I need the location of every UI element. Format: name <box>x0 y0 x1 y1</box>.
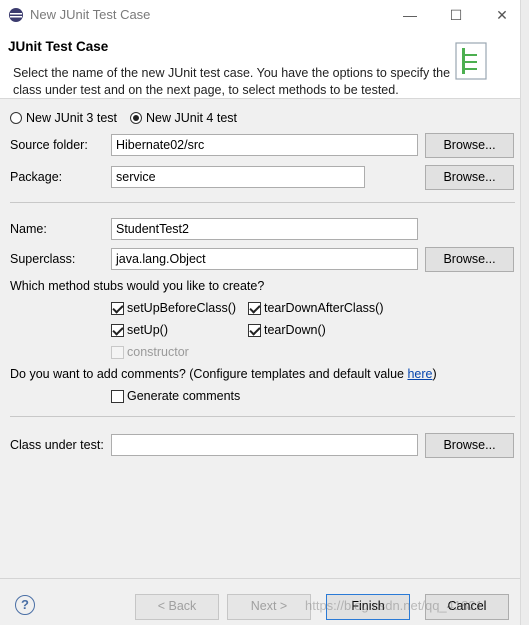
superclass-browse-button[interactable]: Browse... <box>425 247 514 272</box>
banner-title: JUnit Test Case <box>8 39 109 54</box>
banner-description: Select the name of the new JUnit test ca… <box>13 66 451 97</box>
comments-question: Do you want to add comments? (Configure … <box>10 367 437 381</box>
superclass-label: Superclass: <box>10 252 76 266</box>
separator <box>10 416 515 417</box>
window-title: New JUnit Test Case <box>30 7 151 22</box>
templates-link[interactable]: here <box>407 367 432 381</box>
right-edge <box>520 0 529 625</box>
maximize-button[interactable]: ☐ <box>436 4 476 26</box>
class-under-test-field[interactable] <box>111 434 418 456</box>
setup-before-class-checkbox[interactable] <box>111 302 124 315</box>
constructor-checkbox <box>111 346 124 359</box>
constructor-label: constructor <box>127 345 189 359</box>
finish-button[interactable]: Finish <box>326 594 410 620</box>
cancel-button[interactable]: Cancel <box>425 594 509 620</box>
setup-checkbox[interactable] <box>111 324 124 337</box>
minimize-button[interactable]: — <box>390 4 430 26</box>
comments-question-text: Do you want to add comments? (Configure … <box>10 367 408 381</box>
help-icon[interactable]: ? <box>15 595 35 615</box>
name-field[interactable]: StudentTest2 <box>111 218 418 240</box>
close-button[interactable]: ✕ <box>482 4 522 26</box>
source-folder-field[interactable]: Hibernate02/src <box>111 134 418 156</box>
back-button[interactable]: < Back <box>135 594 219 620</box>
teardown-after-class-label: tearDownAfterClass() <box>264 301 384 315</box>
teardown-checkbox[interactable] <box>248 324 261 337</box>
generate-comments-label: Generate comments <box>127 389 241 403</box>
title-bar: New JUnit Test Case — ☐ ✕ <box>0 0 529 30</box>
comments-question-close: ) <box>432 367 437 381</box>
eclipse-icon <box>9 8 23 22</box>
setup-label: setUp() <box>127 323 168 337</box>
setup-before-class-label: setUpBeforeClass() <box>127 301 237 315</box>
package-label: Package: <box>10 170 63 184</box>
generate-comments-checkbox[interactable] <box>111 390 124 403</box>
name-label: Name: <box>10 222 47 236</box>
package-browse-button[interactable]: Browse... <box>425 165 514 190</box>
footer-separator <box>0 578 520 579</box>
junit-wizard-icon <box>455 42 487 80</box>
class-under-test-label: Class under test: <box>10 438 104 452</box>
wizard-banner: JUnit Test Case Select the name of the n… <box>0 30 529 99</box>
junit4-label: New JUnit 4 test <box>146 111 238 125</box>
teardown-after-class-checkbox[interactable] <box>248 302 261 315</box>
next-button[interactable]: Next > <box>227 594 311 620</box>
stubs-question: Which method stubs would you like to cre… <box>10 279 265 293</box>
source-folder-browse-button[interactable]: Browse... <box>425 133 514 158</box>
class-under-test-browse-button[interactable]: Browse... <box>425 433 514 458</box>
source-folder-label: Source folder: <box>10 138 88 152</box>
junit4-radio[interactable] <box>130 112 142 124</box>
junit3-label: New JUnit 3 test <box>26 111 118 125</box>
teardown-label: tearDown() <box>264 323 326 337</box>
junit3-radio[interactable] <box>10 112 22 124</box>
package-field[interactable]: service <box>111 166 365 188</box>
superclass-field[interactable]: java.lang.Object <box>111 248 418 270</box>
separator <box>10 202 515 203</box>
